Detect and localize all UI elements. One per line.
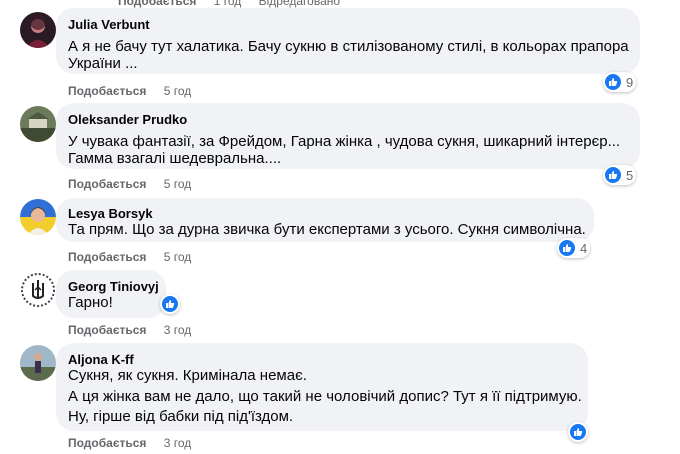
comment-text-line: А ця жінка вам не дало, що такий не чоло… (68, 388, 582, 405)
comment-text-line: Ну, гірше від бабки під під'їздом. (68, 408, 294, 425)
like-icon (570, 424, 586, 440)
like-icon (559, 240, 575, 256)
comment-text-line: України ... (68, 55, 138, 72)
reaction-number: 4 (580, 240, 588, 256)
like-link[interactable]: Подобається (68, 323, 146, 337)
comment-meta: Подобається 5 год (68, 84, 191, 98)
like-link[interactable]: Подобається (118, 0, 196, 8)
comment-time[interactable]: 5 год (164, 250, 192, 264)
reaction-count[interactable]: 5 (603, 165, 637, 185)
avatar[interactable] (20, 199, 56, 235)
like-icon (605, 167, 621, 183)
avatar[interactable] (20, 345, 56, 381)
reaction-number: 9 (626, 74, 634, 90)
avatar[interactable] (20, 12, 56, 48)
avatar[interactable] (20, 272, 56, 308)
comment-time[interactable]: 5 год (164, 177, 192, 191)
reaction-number: 5 (626, 167, 634, 183)
comment-text-line: Гарно! (68, 294, 113, 311)
like-link[interactable]: Подобається (68, 177, 146, 191)
comment-text-line: Та прям. Що за дурна звичка бути експерт… (68, 221, 586, 238)
reaction-count[interactable]: 4 (557, 238, 591, 258)
comment-author[interactable]: Oleksander Prudko (68, 112, 187, 127)
comment-meta: Подобається 5 год (68, 177, 191, 191)
comment-meta: Подобається 3 год (68, 323, 191, 337)
comment-time[interactable]: 5 год (164, 84, 192, 98)
comment-text-line: Гамма взагалі шедевральна.... (68, 150, 282, 167)
reaction-count[interactable]: 9 (603, 72, 637, 92)
like-link[interactable]: Подобається (68, 84, 146, 98)
comment-time[interactable]: 3 год (164, 436, 192, 450)
like-link[interactable]: Подобається (68, 436, 146, 450)
like-icon (162, 296, 178, 312)
reaction-icon[interactable] (160, 294, 180, 314)
comment-meta: Подобається 3 год (68, 436, 191, 450)
comment-time: 1 год (213, 0, 242, 8)
edited-label: Відредаговано (258, 0, 341, 8)
avatar[interactable] (20, 106, 56, 142)
comment-text-line: Сукня, як сукня. Кримінала немає. (68, 367, 307, 384)
like-link[interactable]: Подобається (68, 250, 146, 264)
comment-meta: Подобається 5 год (68, 250, 191, 264)
reaction-icon[interactable] (568, 422, 588, 442)
comment-time[interactable]: 3 год (164, 323, 192, 337)
comment-author[interactable]: Julia Verbunt (68, 17, 150, 32)
comment-text-line: А я не бачу тут халатика. Бачу сукню в с… (68, 38, 629, 55)
like-icon (605, 74, 621, 90)
previous-comment-meta: Подобається 1 год Відредаговано (118, 0, 340, 8)
